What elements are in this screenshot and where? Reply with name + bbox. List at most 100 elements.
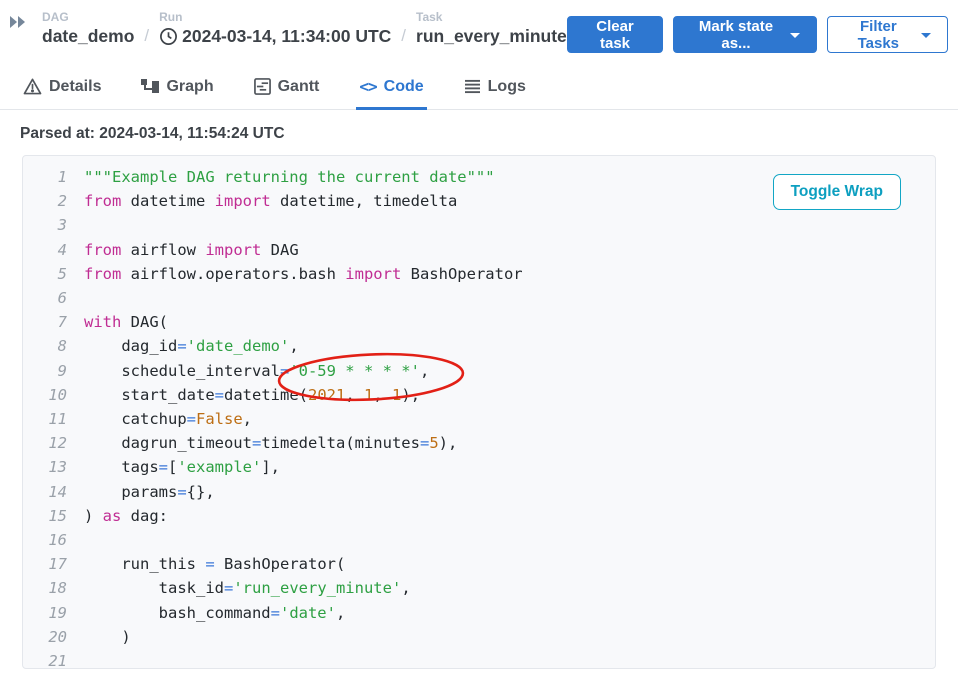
code-line: 5 from airflow.operators.bash import Bash… [31,262,935,286]
dag-name[interactable]: date_demo [42,26,134,47]
log-lines-icon [464,79,481,94]
run-timestamp[interactable]: 2024-03-14, 11:34:00 UTC [159,26,391,47]
tab-details[interactable]: Details [20,69,104,110]
toggle-wrap-button[interactable]: Toggle Wrap [773,174,901,210]
code-line: 11 catchup=False, [31,407,935,431]
code-line-text: from airflow.operators.bash import BashO… [84,262,523,286]
line-number: 2 [31,189,67,213]
line-number: 1 [31,165,67,189]
line-number: 13 [31,455,67,479]
code-line: 4 from airflow import DAG [31,238,935,262]
breadcrumb-task[interactable]: Task run_every_minute [416,10,567,47]
breadcrumb: DAG date_demo / Run 2024-03-14, 11:34:00… [8,10,567,47]
code-line-text: task_id='run_every_minute', [84,576,411,600]
code-line-text: ) as dag: [84,504,168,528]
line-number: 16 [31,528,67,552]
line-number: 18 [31,576,67,600]
task-actions: Clear task Mark state as... Filter Tasks [567,10,948,53]
line-number: 17 [31,552,67,576]
code-line-text: schedule_interval='0-59 * * * *', [84,359,429,383]
code-line: 15 ) as dag: [31,504,935,528]
graph-nodes-icon [141,79,159,95]
code-line: 13 tags=['example'], [31,455,935,479]
code-line-text: start_date=datetime(2021, 1, 1), [84,383,420,407]
code-line-text: catchup=False, [84,407,252,431]
filter-tasks-dropdown[interactable]: Filter Tasks [827,16,948,53]
code-line-text: params={}, [84,480,215,504]
code-line: 21 [31,649,935,669]
task-label: Task [416,10,567,26]
line-number: 7 [31,310,67,334]
code-line: 12 dagrun_timeout=timedelta(minutes=5), [31,431,935,455]
clear-task-label: Clear task [584,18,646,52]
collapse-breadcrumb-icon[interactable] [8,12,30,37]
tab-graph[interactable]: Graph [138,69,216,110]
code-line-text: dag_id='date_demo', [84,334,299,358]
line-number: 9 [31,359,67,383]
line-number: 15 [31,504,67,528]
filter-tasks-label: Filter Tasks [844,18,913,52]
tab-gantt-label: Gantt [278,78,320,96]
code-line-text: tags=['example'], [84,455,280,479]
run-timestamp-text: 2024-03-14, 11:34:00 UTC [182,26,391,47]
line-number: 3 [31,213,67,237]
breadcrumb-separator: / [144,26,149,47]
line-number: 5 [31,262,67,286]
code-line: 17 run_this = BashOperator( [31,552,935,576]
code-line: 3 [31,213,935,237]
code-line-text: dagrun_timeout=timedelta(minutes=5), [84,431,457,455]
code-line: 20 ) [31,625,935,649]
code-line: 10 start_date=datetime(2021, 1, 1), [31,383,935,407]
line-number: 21 [31,649,67,669]
dag-source-code: 1 """Example DAG returning the current da… [31,165,935,669]
line-number: 12 [31,431,67,455]
mark-state-label: Mark state as... [690,18,781,52]
line-number: 8 [31,334,67,358]
tab-code-label: Code [384,78,424,96]
line-number: 4 [31,238,67,262]
tab-code[interactable]: <> Code [356,69,426,110]
tab-details-label: Details [49,78,101,96]
code-line: 8 dag_id='date_demo', [31,334,935,358]
chevron-down-icon [790,33,800,38]
code-line: 19 bash_command='date', [31,601,935,625]
breadcrumb-run[interactable]: Run 2024-03-14, 11:34:00 UTC [159,10,391,47]
run-label: Run [159,10,391,26]
line-number: 20 [31,625,67,649]
line-number: 6 [31,286,67,310]
clear-task-button[interactable]: Clear task [567,16,663,53]
clock-icon [159,27,178,46]
dag-label: DAG [42,10,134,26]
warning-triangle-icon [23,78,42,95]
code-line: 18 task_id='run_every_minute', [31,576,935,600]
breadcrumb-dag[interactable]: DAG date_demo [42,10,134,47]
code-line-text: """Example DAG returning the current dat… [84,165,495,189]
chevron-down-icon [921,33,931,38]
code-line-text: from airflow import DAG [84,238,299,262]
code-line: 7 with DAG( [31,310,935,334]
line-number: 14 [31,480,67,504]
line-number: 10 [31,383,67,407]
tab-logs[interactable]: Logs [461,69,529,110]
code-line-text: bash_command='date', [84,601,345,625]
parsed-at-timestamp: Parsed at: 2024-03-14, 11:54:24 UTC [20,125,958,143]
code-line: 9 schedule_interval='0-59 * * * *', [31,359,935,383]
mark-state-dropdown[interactable]: Mark state as... [673,16,816,53]
gantt-chart-icon [254,78,271,95]
task-name[interactable]: run_every_minute [416,26,567,47]
code-line-text: from datetime import datetime, timedelta [84,189,457,213]
code-line: 6 [31,286,935,310]
tab-gantt[interactable]: Gantt [251,69,323,110]
code-panel: 1 """Example DAG returning the current da… [22,155,936,669]
code-line: 14 params={}, [31,480,935,504]
code-line-text: with DAG( [84,310,168,334]
tab-logs-label: Logs [488,78,526,96]
tab-graph-label: Graph [166,78,213,96]
code-line-text: ) [84,625,131,649]
code-line-text: run_this = BashOperator( [84,552,345,576]
view-tabs: Details Graph Gantt <> Code Logs [0,69,958,110]
code-line: 16 [31,528,935,552]
line-number: 11 [31,407,67,431]
page-header: DAG date_demo / Run 2024-03-14, 11:34:00… [0,0,958,53]
breadcrumb-separator: / [401,26,406,47]
